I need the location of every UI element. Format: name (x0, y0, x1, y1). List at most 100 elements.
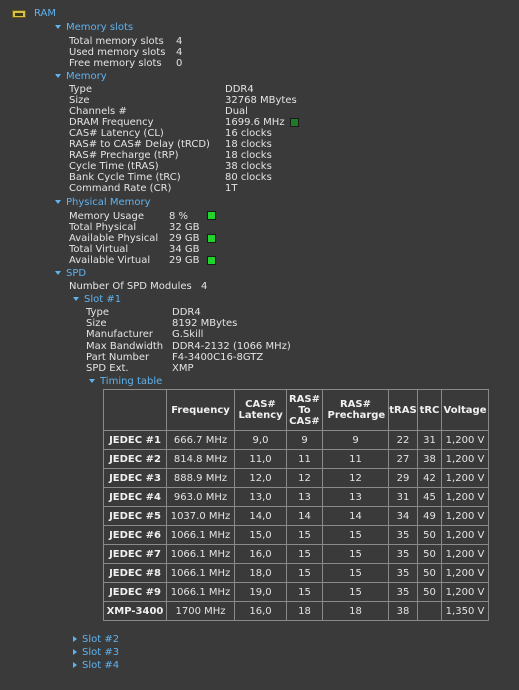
table-row: JEDEC #5 1037.0 MHz 14,0 14 14 34 49 1,2… (103, 506, 489, 526)
table-cell: 18,0 (234, 563, 287, 583)
column-header: Voltage (441, 389, 489, 431)
table-cell: 15 (286, 525, 323, 545)
table-cell: 1,200 V (441, 506, 489, 526)
table-cell: 16,0 (234, 601, 287, 621)
prop-key: Command Rate (CR) (69, 183, 172, 194)
table-cell: 666.7 MHz (166, 430, 235, 450)
collapse-caret-icon[interactable] (73, 662, 77, 668)
section-title-spd: SPD (66, 268, 87, 279)
table-cell: 888.9 MHz (166, 468, 235, 488)
prop-value: XMP (172, 363, 194, 374)
prop-value: 1T (225, 183, 238, 194)
usage-indicator-icon (207, 211, 216, 220)
prop-key: Free memory slots (69, 58, 162, 69)
table-cell: 15 (286, 544, 323, 564)
expand-caret-icon[interactable] (55, 271, 61, 275)
table-row: JEDEC #3 888.9 MHz 12,0 12 12 29 42 1,20… (103, 468, 489, 488)
spd-modules-value: 4 (201, 281, 208, 292)
row-label: JEDEC #7 (103, 544, 167, 564)
table-row: JEDEC #1 666.7 MHz 9,0 9 9 22 31 1,200 V (103, 430, 489, 450)
column-header-label: RAS# To CAS# (288, 393, 321, 427)
table-cell: 1066.1 MHz (166, 525, 235, 545)
row-label: JEDEC #4 (103, 487, 167, 507)
table-row: JEDEC #6 1066.1 MHz 15,0 15 15 35 50 1,2… (103, 525, 489, 545)
table-cell: 1,350 V (441, 601, 489, 621)
prop-key: Available Virtual (69, 255, 151, 266)
collapse-caret-icon[interactable] (73, 636, 77, 642)
table-cell: 38 (388, 601, 418, 621)
tree-node-memory-slots[interactable]: Memory slots (55, 22, 133, 34)
tree-node-memory[interactable]: Memory (55, 71, 107, 83)
column-header-label: CAS# Latency (238, 399, 283, 421)
tree-node-spd[interactable]: SPD (55, 268, 86, 280)
expand-caret-icon[interactable] (55, 200, 61, 204)
header-corner (103, 389, 167, 431)
row-label: JEDEC #6 (103, 525, 167, 545)
section-title-physical-memory: Physical Memory (66, 197, 151, 208)
tree-node-slot-4[interactable]: Slot #4 (73, 660, 119, 672)
table-cell: 12 (286, 468, 323, 488)
table-cell: 34 (388, 506, 418, 526)
row-label: JEDEC #5 (103, 506, 167, 526)
prop-key: Manufacturer (86, 329, 153, 340)
prop-key: SPD Ext. (86, 363, 129, 374)
slot-1-label: Slot #1 (84, 294, 122, 305)
expand-caret-icon[interactable] (55, 25, 61, 29)
column-header-label: RAS# Precharge (327, 399, 386, 421)
column-header: RAS# Precharge (322, 389, 389, 431)
table-cell: 35 (388, 563, 418, 583)
table-cell: 13,0 (234, 487, 287, 507)
prop-value: 29 GB (169, 255, 200, 266)
tree-node-ram[interactable]: RAM (34, 8, 56, 20)
table-cell: 45 (417, 487, 442, 507)
tree-node-slot-3[interactable]: Slot #3 (73, 647, 119, 659)
expand-caret-icon[interactable] (73, 297, 79, 301)
table-cell: 14 (286, 506, 323, 526)
table-cell: 19,0 (234, 582, 287, 602)
tree-node-slot-2[interactable]: Slot #2 (73, 634, 119, 646)
expand-caret-icon[interactable] (55, 74, 61, 78)
tree-node-ram-label: RAM (34, 8, 57, 19)
table-cell: 12 (322, 468, 389, 488)
table-cell: 29 (388, 468, 418, 488)
table-cell (417, 601, 442, 621)
tree-node-slot-1[interactable]: Slot #1 (73, 294, 121, 306)
row-label: JEDEC #2 (103, 449, 167, 469)
tree-node-timing-table[interactable]: Timing table (89, 376, 162, 388)
table-cell: 35 (388, 525, 418, 545)
column-header: RAS# To CAS# (286, 389, 323, 431)
expand-caret-icon[interactable] (89, 379, 95, 383)
column-header: tRC (417, 389, 442, 431)
prop-value: 0 (176, 58, 183, 69)
table-cell: 11,0 (234, 449, 287, 469)
table-cell: 1,200 V (441, 563, 489, 583)
table-cell: 18 (286, 601, 323, 621)
table-cell: 31 (388, 487, 418, 507)
table-cell: 14 (322, 506, 389, 526)
table-cell: 22 (388, 430, 418, 450)
table-cell: 1700 MHz (166, 601, 235, 621)
tree-node-physical-memory[interactable]: Physical Memory (55, 197, 151, 209)
collapse-caret-icon[interactable] (73, 649, 77, 655)
table-cell: 38 (417, 449, 442, 469)
row-label: JEDEC #1 (103, 430, 167, 450)
table-cell: 50 (417, 582, 442, 602)
table-cell: 15 (322, 544, 389, 564)
section-title-memory: Memory (66, 71, 107, 82)
table-cell: 13 (322, 487, 389, 507)
ram-module-icon (12, 10, 26, 18)
table-cell: 27 (388, 449, 418, 469)
table-cell: 1,200 V (441, 468, 489, 488)
table-cell: 50 (417, 525, 442, 545)
row-label: JEDEC #3 (103, 468, 167, 488)
available-indicator-icon (207, 256, 216, 265)
timing-table: Frequency CAS# Latency RAS# To CAS# RAS#… (103, 389, 489, 621)
ram-tree: RAM Memory slots Total memory slots 4 Us… (0, 0, 519, 690)
table-cell: 16,0 (234, 544, 287, 564)
slot-2-label: Slot #2 (82, 634, 120, 645)
table-row: JEDEC #9 1066.1 MHz 19,0 15 15 35 50 1,2… (103, 582, 489, 602)
table-cell: 35 (388, 582, 418, 602)
table-row: JEDEC #2 814.8 MHz 11,0 11 11 27 38 1,20… (103, 449, 489, 469)
table-cell: 11 (322, 449, 389, 469)
table-cell: 1,200 V (441, 487, 489, 507)
